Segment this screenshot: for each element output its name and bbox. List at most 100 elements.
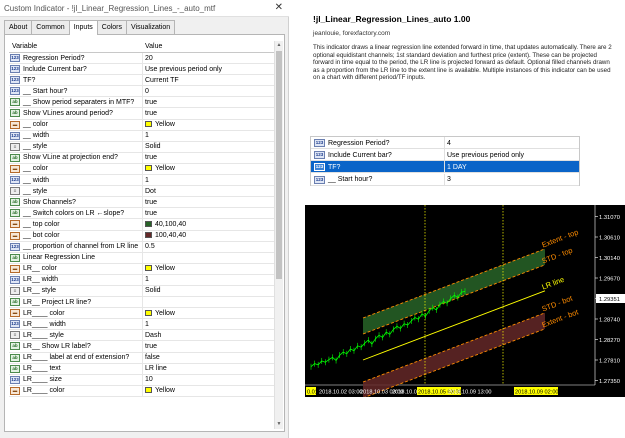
- value-text: 0: [145, 87, 149, 95]
- variable-value[interactable]: Solid: [145, 287, 161, 294]
- variable-value[interactable]: true: [145, 99, 157, 106]
- table-row[interactable]: ▬ LR____ color Yellow: [9, 308, 274, 320]
- variable-value[interactable]: 0: [145, 88, 149, 95]
- table-row[interactable]: 123 TF? 1 DAY: [311, 161, 579, 174]
- table-row[interactable]: 123 Regression Period? 4: [311, 137, 579, 149]
- vertical-scrollbar[interactable]: ▲ ▼: [274, 41, 283, 429]
- table-row[interactable]: ≡ __ style Solid: [9, 141, 274, 153]
- column-divider: [142, 352, 143, 363]
- table-row[interactable]: 123 __ Start hour? 0: [9, 86, 274, 98]
- table-row[interactable]: ab __ Switch colors on LR ←slope? true: [9, 208, 274, 220]
- scroll-up-icon[interactable]: ▲: [275, 41, 283, 50]
- variable-value[interactable]: Use previous period only: [145, 66, 222, 73]
- variable-value[interactable]: Solid: [145, 143, 161, 150]
- variable-value[interactable]: Dot: [145, 188, 156, 195]
- scroll-thumb[interactable]: [276, 51, 282, 279]
- variable-value[interactable]: LR line: [145, 365, 167, 372]
- variable-value[interactable]: 1: [145, 276, 149, 283]
- table-row[interactable]: 123 __ Start hour? 3: [311, 173, 579, 186]
- string-type-icon: ab: [10, 198, 20, 207]
- variable-name: __ Switch colors on LR ←slope?: [23, 209, 125, 217]
- variable-value[interactable]: 1: [145, 132, 149, 139]
- variable-name: __ width: [23, 176, 50, 184]
- variable-value[interactable]: 10: [145, 376, 153, 383]
- table-row[interactable]: 123 Regression Period? 20: [9, 53, 274, 65]
- table-row[interactable]: 123 TF? Current TF: [9, 75, 274, 87]
- variable-value[interactable]: Yellow: [145, 309, 175, 317]
- price-tick-label: 1.31070: [599, 215, 620, 221]
- variable-value[interactable]: 1: [145, 177, 149, 184]
- variable-value: 4: [447, 139, 451, 147]
- variable-value[interactable]: Yellow: [145, 165, 175, 172]
- table-row[interactable]: 123 Include Current bar? Use previous peri…: [9, 64, 274, 76]
- table-row[interactable]: ▬ __ color Yellow: [9, 163, 274, 176]
- variable-value[interactable]: true: [145, 154, 157, 161]
- variable-name: Regression Period?: [23, 54, 85, 62]
- variable-name: __ color: [23, 121, 48, 129]
- variable-name: LR____ width: [23, 320, 66, 328]
- table-row[interactable]: 123 LR____ size 10: [9, 374, 274, 386]
- table-row[interactable]: ab __ Show period separaters in MTF? true: [9, 97, 274, 109]
- table-row[interactable]: ab Show VLine at projection end? true: [9, 152, 274, 164]
- table-row[interactable]: ≡ LR____ style Dash: [9, 330, 274, 342]
- table-row[interactable]: 123 __ width 1: [9, 175, 274, 187]
- string-type-icon: ab: [10, 98, 20, 107]
- variable-name: LR__ width: [23, 276, 59, 284]
- table-row[interactable]: ab LR__ Project LR line?: [9, 297, 274, 309]
- integer-type-icon: 123: [10, 320, 20, 329]
- close-icon[interactable]: ✕: [275, 2, 283, 13]
- variable-value[interactable]: false: [145, 354, 160, 361]
- variable-value[interactable]: Yellow: [145, 265, 175, 272]
- table-row[interactable]: ▬ __ bot color 100,40,40: [9, 230, 274, 242]
- table-row[interactable]: 123 __ width 1: [9, 130, 274, 142]
- value-text: Use previous period only: [145, 65, 223, 73]
- doc-description: This indicator draws a linear regression…: [313, 44, 612, 82]
- table-row[interactable]: 123 Include Current bar? Use previous peri…: [311, 149, 579, 162]
- variable-value[interactable]: Yellow: [145, 387, 175, 394]
- scroll-down-icon[interactable]: ▼: [275, 420, 283, 429]
- doc-author: jeanlouie, forexfactory.com: [313, 30, 391, 37]
- variable-value[interactable]: 40,100,40: [145, 220, 186, 228]
- variable-value[interactable]: Yellow: [145, 121, 175, 128]
- table-row[interactable]: ab LR__ Show LR label? true: [9, 341, 274, 353]
- table-row[interactable]: ▬ __ color Yellow: [9, 119, 274, 131]
- table-row[interactable]: ▬ __ top color 40,100,40: [9, 219, 274, 231]
- integer-type-icon: 123: [10, 65, 20, 74]
- table-row[interactable]: ≡ __ style Dot: [9, 186, 274, 198]
- variable-value[interactable]: true: [145, 210, 157, 217]
- variable-value[interactable]: 20: [145, 55, 153, 62]
- variable-value[interactable]: Dash: [145, 332, 161, 339]
- variable-value[interactable]: 0.5: [145, 243, 155, 250]
- table-row[interactable]: ▬ LR____ color Yellow: [9, 385, 274, 397]
- variable-value[interactable]: true: [145, 110, 157, 117]
- table-row[interactable]: 123 LR____ width 1: [9, 319, 274, 331]
- table-row[interactable]: ▬ LR__ color Yellow: [9, 263, 274, 275]
- variable-value: 1 DAY: [447, 163, 467, 171]
- variable-value[interactable]: 1: [145, 321, 149, 328]
- table-row[interactable]: 123 LR__ width 1: [9, 274, 274, 286]
- color-type-icon: ▬: [10, 220, 20, 229]
- variable-value[interactable]: Current TF: [145, 77, 179, 84]
- variable-value[interactable]: true: [145, 199, 157, 206]
- table-row[interactable]: ≡ LR__ style Solid: [9, 285, 274, 298]
- tab-common[interactable]: Common: [31, 20, 70, 34]
- tab-inputs[interactable]: Inputs: [68, 20, 98, 35]
- variable-value[interactable]: 100,40,40: [145, 232, 186, 239]
- tab-visualization[interactable]: Visualization: [126, 20, 176, 34]
- variable-name: __ bot color: [23, 232, 60, 239]
- price-tick-label: 1.29351: [599, 297, 620, 303]
- column-divider: [142, 330, 143, 341]
- table-row[interactable]: ab LR____ text LR line: [9, 363, 274, 375]
- color-swatch: [145, 232, 152, 238]
- table-row[interactable]: ab LR____ label at end of extension? false: [9, 352, 274, 364]
- tab-about[interactable]: About: [4, 20, 33, 34]
- table-row[interactable]: 123 __ proportion of channel from LR line…: [9, 241, 274, 253]
- value-text: true: [145, 209, 158, 217]
- table-row[interactable]: ab Show Channels? true: [9, 197, 274, 209]
- indicator-dialog: Custom Indicator - !jl_Linear_Regression…: [0, 0, 289, 438]
- table-row[interactable]: ab Linear Regression Line: [9, 252, 274, 264]
- table-row[interactable]: ab Show VLines around period? true: [9, 108, 274, 120]
- tab-colors[interactable]: Colors: [96, 20, 128, 34]
- time-tick-label: 2018.10.09 13:00: [448, 390, 492, 396]
- variable-value[interactable]: true: [145, 343, 157, 350]
